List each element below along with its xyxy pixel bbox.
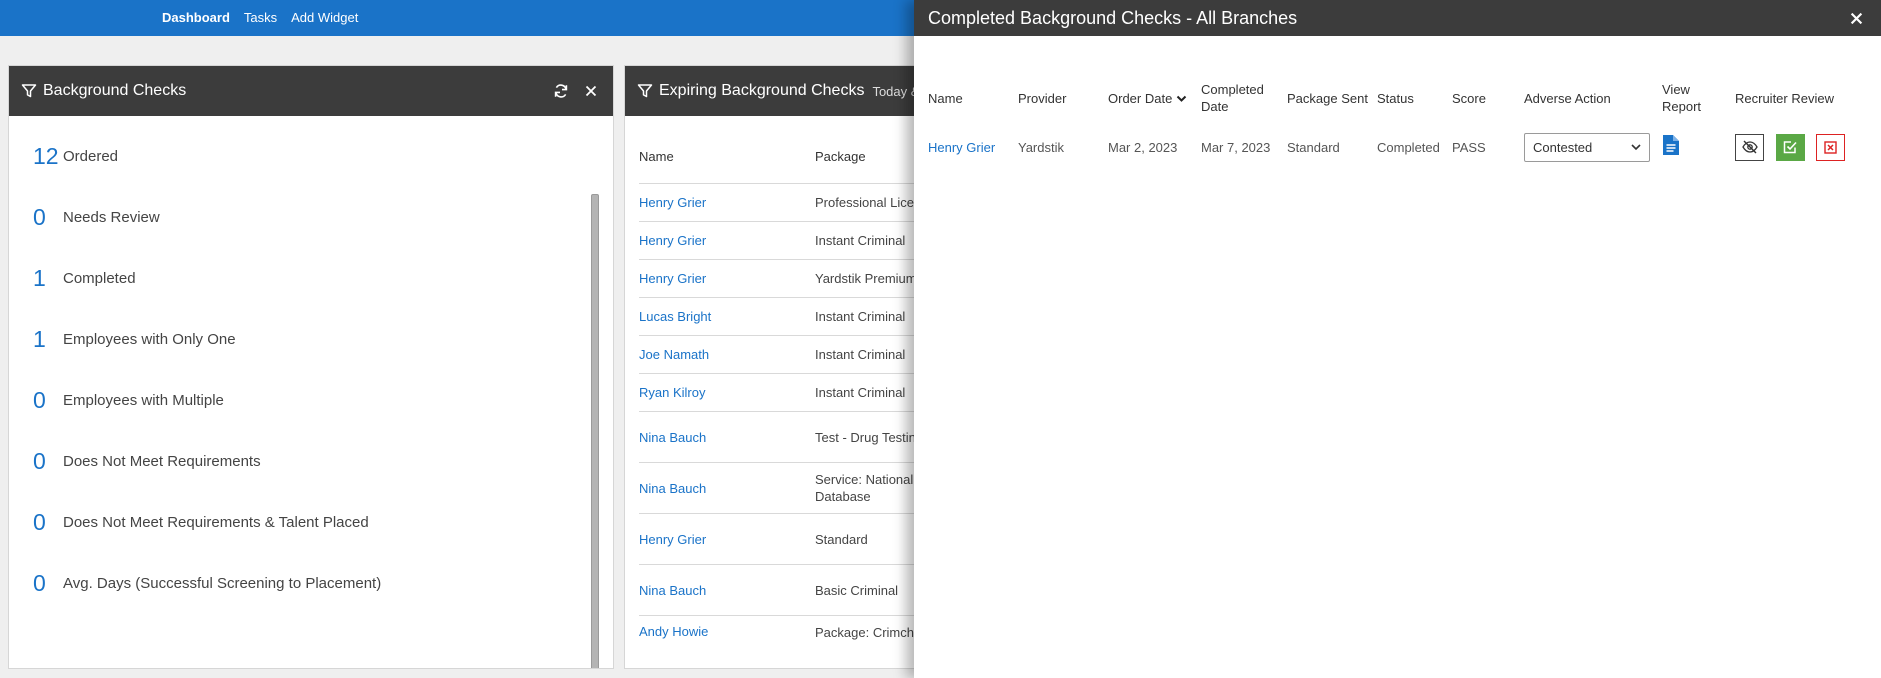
status-cell: Completed <box>1377 139 1440 155</box>
nav-dashboard[interactable]: Dashboard <box>162 10 230 25</box>
approve-button[interactable] <box>1775 133 1805 161</box>
row-name-link[interactable]: Lucas Bright <box>639 309 815 324</box>
stat-ordered[interactable]: 12 Ordered <box>33 126 613 187</box>
x-square-icon <box>1824 140 1837 154</box>
score-cell: PASS <box>1452 139 1486 155</box>
package-sent-cell: Standard <box>1287 139 1340 155</box>
row-name-link[interactable]: Henry Grier <box>639 195 815 210</box>
col-provider[interactable]: Provider <box>1018 90 1108 107</box>
reject-button[interactable] <box>1816 133 1846 161</box>
top-nav: Dashboard Tasks Add Widget <box>162 10 358 25</box>
stat-not-meet-placed[interactable]: 0 Does Not Meet Requirements & Talent Pla… <box>33 492 613 553</box>
completed-date-cell: Mar 7, 2023 <box>1201 139 1271 155</box>
table-header: Name Provider Order Date Completed Date … <box>928 80 1875 116</box>
stat-completed[interactable]: 1 Completed <box>33 248 613 309</box>
col-order-date-label: Order Date <box>1108 90 1173 106</box>
date-range-label: Today & <box>872 83 920 99</box>
nav-add-widget[interactable]: Add Widget <box>291 10 358 25</box>
col-completed-date[interactable]: Completed Date <box>1201 81 1287 115</box>
col-package-sent[interactable]: Package Sent <box>1287 90 1377 107</box>
hide-review-button[interactable] <box>1735 133 1764 161</box>
filter-icon[interactable] <box>637 83 653 99</box>
col-name: Name <box>639 149 674 164</box>
stat-needs-review[interactable]: 0 Needs Review <box>33 187 613 248</box>
row-name-link[interactable]: Henry Grier <box>639 271 815 286</box>
adverse-action-select[interactable]: Contested <box>1524 132 1650 162</box>
refresh-icon[interactable] <box>551 81 571 101</box>
col-name[interactable]: Name <box>928 90 1018 107</box>
recruiter-review-cell <box>1735 133 1875 161</box>
row-name-link[interactable]: Nina Bauch <box>639 583 815 598</box>
order-date-cell: Mar 2, 2023 <box>1108 139 1178 155</box>
panel-title: Completed Background Checks - All Branch… <box>928 7 1298 28</box>
completed-checks-table: Name Provider Order Date Completed Date … <box>928 80 1875 178</box>
provider-cell: Yardstik <box>1018 139 1064 155</box>
row-name-link[interactable]: Henry Grier <box>639 233 815 248</box>
scrollbar[interactable] <box>591 194 599 668</box>
row-name-link[interactable]: Henry Grier <box>639 532 815 547</box>
stat-avg-days[interactable]: 0 Avg. Days (Successful Screening to Plac… <box>33 553 613 614</box>
col-status[interactable]: Status <box>1377 90 1452 107</box>
document-icon[interactable] <box>1662 134 1680 156</box>
eye-slash-icon <box>1741 140 1758 154</box>
row-name-link[interactable]: Nina Bauch <box>639 430 815 445</box>
filter-icon[interactable] <box>21 83 37 99</box>
widget-title: Expiring Background Checks <box>659 82 865 99</box>
stats-list: 12 Ordered 0 Needs Review 1 Completed 1 Empl… <box>9 116 613 614</box>
row-name-link[interactable]: Nina Bauch <box>639 481 815 496</box>
col-adverse-action[interactable]: Adverse Action <box>1524 90 1662 107</box>
stat-multiple[interactable]: 0 Employees with Multiple <box>33 370 613 431</box>
candidate-name-link[interactable]: Henry Grier <box>928 139 1018 156</box>
panel-header: Completed Background Checks - All Branch… <box>914 0 1881 36</box>
view-report-cell <box>1662 134 1735 160</box>
nav-tasks[interactable]: Tasks <box>244 10 277 25</box>
stat-only-one[interactable]: 1 Employees with Only One <box>33 309 613 370</box>
close-icon[interactable] <box>581 81 601 101</box>
col-view-report: View Report <box>1662 82 1702 114</box>
adverse-action-value: Contested <box>1533 139 1593 155</box>
row-name-link[interactable]: Ryan Kilroy <box>639 385 815 400</box>
background-checks-widget: Background Checks 12 Ordered 0 Needs Revie… <box>8 65 614 669</box>
widget-header: Background Checks <box>9 66 613 116</box>
row-name-link[interactable]: Joe Namath <box>639 347 815 362</box>
check-square-icon <box>1783 141 1797 154</box>
widget-title: Background Checks <box>43 82 187 99</box>
adverse-action-cell: Contested <box>1524 132 1662 162</box>
stat-not-meet[interactable]: 0 Does Not Meet Requirements <box>33 431 613 492</box>
col-order-date[interactable]: Order Date <box>1108 90 1201 107</box>
completed-checks-panel: Completed Background Checks - All Branch… <box>914 0 1881 678</box>
col-score[interactable]: Score <box>1452 90 1524 107</box>
table-row: Henry Grier Yardstik Mar 2, 2023 Mar 7, … <box>928 116 1875 178</box>
row-name-link[interactable]: Andy Howie <box>639 624 815 639</box>
sort-chevron-down-icon[interactable] <box>1176 95 1187 103</box>
col-recruiter-review: Recruiter Review <box>1735 90 1834 106</box>
close-icon[interactable] <box>1845 7 1867 29</box>
chevron-down-icon <box>1631 143 1641 150</box>
